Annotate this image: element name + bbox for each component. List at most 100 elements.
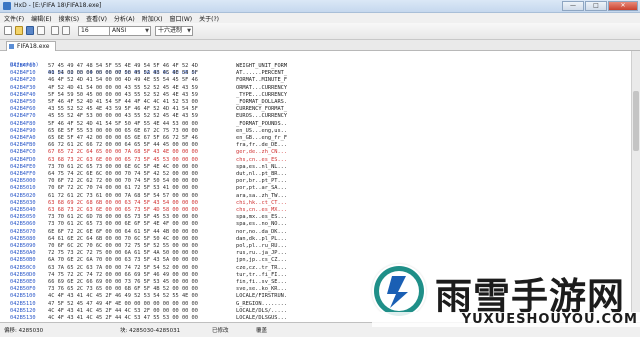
row-hex-bytes[interactable]: 73 70 61 2C 6D 78 00 00 65 73 5F 45 53 0… xyxy=(48,214,198,221)
row-hex-bytes[interactable]: 4C 4F 43 41 4C 45 2F 46 49 52 53 54 52 5… xyxy=(48,293,198,300)
row-ascii[interactable]: chs,cn..es_ES... xyxy=(236,157,287,164)
row-hex-bytes[interactable]: 6A 70 6E 2C 6A 70 00 00 63 73 5F 43 5A 0… xyxy=(48,257,198,264)
print-icon[interactable] xyxy=(37,26,45,35)
row-ascii[interactable]: _FORMAT_POUNDS.. xyxy=(236,121,287,128)
row-hex-bytes[interactable]: 45 55 52 4F 53 00 00 00 43 55 52 52 45 4… xyxy=(48,113,198,120)
close-button[interactable]: ✕ xyxy=(608,1,638,11)
row-ascii[interactable]: spa,es..no_NO... xyxy=(236,221,287,228)
row-hex-bytes[interactable]: 74 75 72 2C 74 72 00 00 66 69 5F 46 49 0… xyxy=(48,272,198,279)
row-hex-bytes[interactable]: 57 45 49 47 48 54 5F 55 4E 49 54 5F 46 4… xyxy=(48,63,198,70)
row-hex-bytes[interactable]: 67 65 72 2C 64 65 00 00 7A 68 5F 43 4E 0… xyxy=(48,149,198,156)
row-ascii[interactable]: por,br..pt_PT... xyxy=(236,178,287,185)
row-offset: 042B50E0 xyxy=(10,279,36,285)
save-icon[interactable] xyxy=(26,26,34,35)
row-offset: 042B5110 xyxy=(10,300,36,307)
row-ascii[interactable]: ara,sa..zh_TW... xyxy=(236,193,287,200)
row-offset: 042B5070 xyxy=(10,228,36,235)
row-hex-bytes[interactable]: 46 4F 52 4D 41 54 00 00 4D 49 4E 55 54 4… xyxy=(48,77,198,84)
row-ascii[interactable]: _TYPE...CURRENCY xyxy=(236,92,287,99)
menu-search[interactable]: 搜索(S) xyxy=(59,14,80,23)
row-offset: 042B4FE0 xyxy=(10,163,36,170)
row-hex-bytes[interactable]: 63 68 69 2C 68 6B 00 00 63 74 5F 43 54 0… xyxy=(48,200,198,207)
row-ascii[interactable]: CURRENCY_FORMAT_ xyxy=(236,106,287,113)
menu-help[interactable]: 关于(?) xyxy=(199,14,219,23)
row-offset: 042B5100 xyxy=(10,293,36,300)
row-hex-bytes[interactable]: 47 5F 52 45 47 49 4F 4E 00 00 00 00 00 0… xyxy=(48,301,198,308)
row-ascii[interactable]: sve,se..ko_KR... xyxy=(236,286,287,293)
row-hex-bytes[interactable]: 64 61 6E 2C 64 6B 00 00 70 6C 5F 50 4C 0… xyxy=(48,236,198,243)
open-folder-icon[interactable] xyxy=(15,26,23,35)
row-hex-bytes[interactable]: 41 54 00 00 00 00 00 00 50 45 52 43 45 4… xyxy=(48,70,198,77)
row-ascii[interactable]: en_US...eng,us.. xyxy=(236,128,287,135)
row-ascii[interactable]: ger,de..zh_CN... xyxy=(236,149,287,156)
row-ascii[interactable]: en_GB...eng_fr_F xyxy=(236,135,287,142)
row-hex-bytes[interactable]: 70 6F 72 2C 62 72 00 00 70 74 5F 50 54 0… xyxy=(48,178,198,185)
row-ascii[interactable]: fin,fi..sv_SE... xyxy=(236,279,287,286)
row-hex-bytes[interactable]: 73 70 61 2C 65 73 00 00 6E 6C 5F 4E 4C 0… xyxy=(48,164,198,171)
row-ascii[interactable]: chi,hk..ct_CT... xyxy=(236,200,287,207)
row-hex-bytes[interactable]: 70 6F 6C 2C 70 6C 00 00 72 75 5F 52 55 0… xyxy=(48,243,198,250)
row-offset: 042B5010 xyxy=(10,185,36,192)
row-hex-bytes[interactable]: 72 75 73 2C 72 75 00 00 6A 61 5F 4A 50 0… xyxy=(48,250,198,257)
row-hex-bytes[interactable]: 73 76 65 2C 73 65 00 00 6B 6F 5F 4B 52 0… xyxy=(48,286,198,293)
row-ascii[interactable]: AT......PERCENT_ xyxy=(236,70,287,77)
row-hex-bytes[interactable]: 63 68 73 2C 63 6E 00 00 65 73 5F 4D 58 0… xyxy=(48,207,198,214)
offset-base-select[interactable]: 十六进制 ▼ xyxy=(155,26,193,36)
minimize-button[interactable]: — xyxy=(562,1,584,11)
charset-select[interactable]: ANSI ▼ xyxy=(109,26,151,36)
row-hex-bytes[interactable]: 43 55 52 52 45 4E 43 59 5F 46 4F 52 4D 4… xyxy=(48,106,198,113)
scrollbar-thumb[interactable] xyxy=(633,91,639,151)
row-ascii[interactable]: LOCALE/DLS/..... xyxy=(236,308,287,315)
row-hex-bytes[interactable]: 5F 46 4F 52 4D 41 54 5F 44 4F 4C 4C 41 5… xyxy=(48,99,198,106)
row-hex-bytes[interactable]: 61 72 61 2C 73 61 00 00 7A 68 5F 54 57 0… xyxy=(48,193,198,200)
row-hex-bytes[interactable]: 70 6F 72 2C 70 74 00 00 61 72 5F 53 41 0… xyxy=(48,185,198,192)
row-hex-bytes[interactable]: 6E 6F 72 2C 6E 6F 00 00 64 61 5F 44 4B 0… xyxy=(48,229,198,236)
copy-icon[interactable] xyxy=(62,26,70,35)
row-ascii[interactable]: tur,tr..fi_FI... xyxy=(236,272,287,279)
row-hex-bytes[interactable]: 64 75 74 2C 6E 6C 00 00 70 74 5F 42 52 0… xyxy=(48,171,198,178)
row-ascii[interactable]: spa,mx..es_ES... xyxy=(236,214,287,221)
row-ascii[interactable]: FORMAT..MINUTE_F xyxy=(236,77,287,84)
row-hex-bytes[interactable]: 66 72 61 2C 66 72 00 00 64 65 5F 44 45 0… xyxy=(48,142,198,149)
row-ascii[interactable]: WEIGHT_UNIT_FORM xyxy=(236,63,287,70)
row-ascii[interactable]: G_REGION........ xyxy=(236,301,287,308)
row-offset: 042B5090 xyxy=(10,243,36,249)
row-hex-bytes[interactable]: 63 7A 65 2C 63 7A 00 00 74 72 5F 54 52 0… xyxy=(48,265,198,272)
row-ascii[interactable]: rus,ru..ja_JP... xyxy=(236,250,287,257)
row-hex-bytes[interactable]: 4C 4F 43 41 4C 45 2F 44 4C 53 2F 00 00 0… xyxy=(48,308,198,315)
row-ascii[interactable]: cze,cz..tr_TR... xyxy=(236,265,287,272)
row-ascii[interactable]: nor,no..da_DK... xyxy=(236,229,287,236)
row-ascii[interactable]: dut,nl..pt_BR... xyxy=(236,171,287,178)
row-ascii[interactable]: jpn,jp..cs_CZ... xyxy=(236,257,287,264)
row-ascii[interactable]: spa,es..nl_NL... xyxy=(236,164,287,171)
row-ascii[interactable]: por,pt..ar_SA... xyxy=(236,185,287,192)
row-hex-bytes[interactable]: 65 6E 5F 55 53 00 00 00 65 6E 67 2C 75 7… xyxy=(48,128,198,135)
row-hex-bytes[interactable]: 5F 46 4F 52 4D 41 54 5F 50 4F 55 4E 44 5… xyxy=(48,121,198,128)
menu-view[interactable]: 查看(V) xyxy=(86,14,107,23)
row-ascii[interactable]: EUROS...CURRENCY xyxy=(236,113,287,120)
row-offset: 042B5000 xyxy=(10,178,36,185)
row-ascii[interactable]: fra,fr..de_DE... xyxy=(236,142,287,149)
row-hex-bytes[interactable]: 66 69 6E 2C 66 69 00 00 73 76 5F 53 45 0… xyxy=(48,279,198,286)
row-ascii[interactable]: dan,dk..pl_PL... xyxy=(236,236,287,243)
row-ascii[interactable]: _FORMAT_DOLLARS. xyxy=(236,99,287,106)
tab-fifa18-exe[interactable]: FIFA18.exe xyxy=(6,41,57,51)
maximize-button[interactable]: □ xyxy=(585,1,607,11)
row-ascii[interactable]: ORMAT...CURRENCY xyxy=(236,85,287,92)
menu-file[interactable]: 文件(F) xyxy=(4,14,24,23)
row-hex-bytes[interactable]: 65 6E 5F 47 42 00 00 00 65 6E 67 5F 66 7… xyxy=(48,135,198,142)
row-hex-bytes[interactable]: 63 68 73 2C 63 6E 00 00 65 73 5F 45 53 0… xyxy=(48,157,198,164)
menu-window[interactable]: 窗口(W) xyxy=(170,14,193,23)
menu-edit[interactable]: 编辑(E) xyxy=(31,14,51,23)
new-file-icon[interactable] xyxy=(4,26,12,35)
menu-analysis[interactable]: 分析(A) xyxy=(114,14,135,23)
cut-icon[interactable] xyxy=(51,26,59,35)
row-ascii[interactable]: pol,pl..ru_RU... xyxy=(236,243,287,250)
row-ascii[interactable]: LOCALE/FIRSTRUN. xyxy=(236,293,287,300)
row-offset: 042B4FB0 xyxy=(10,142,36,149)
menu-extras[interactable]: 附加(X) xyxy=(142,14,163,23)
row-hex-bytes[interactable]: 73 70 61 2C 65 73 00 00 6E 6F 5F 4E 4F 0… xyxy=(48,221,198,228)
row-ascii[interactable]: chs,cn..es_MX... xyxy=(236,207,287,214)
row-hex-bytes[interactable]: 5F 54 59 50 45 00 00 00 43 55 52 52 45 4… xyxy=(48,92,198,99)
row-hex-bytes[interactable]: 4F 52 4D 41 54 00 00 00 43 55 52 52 45 4… xyxy=(48,85,198,92)
